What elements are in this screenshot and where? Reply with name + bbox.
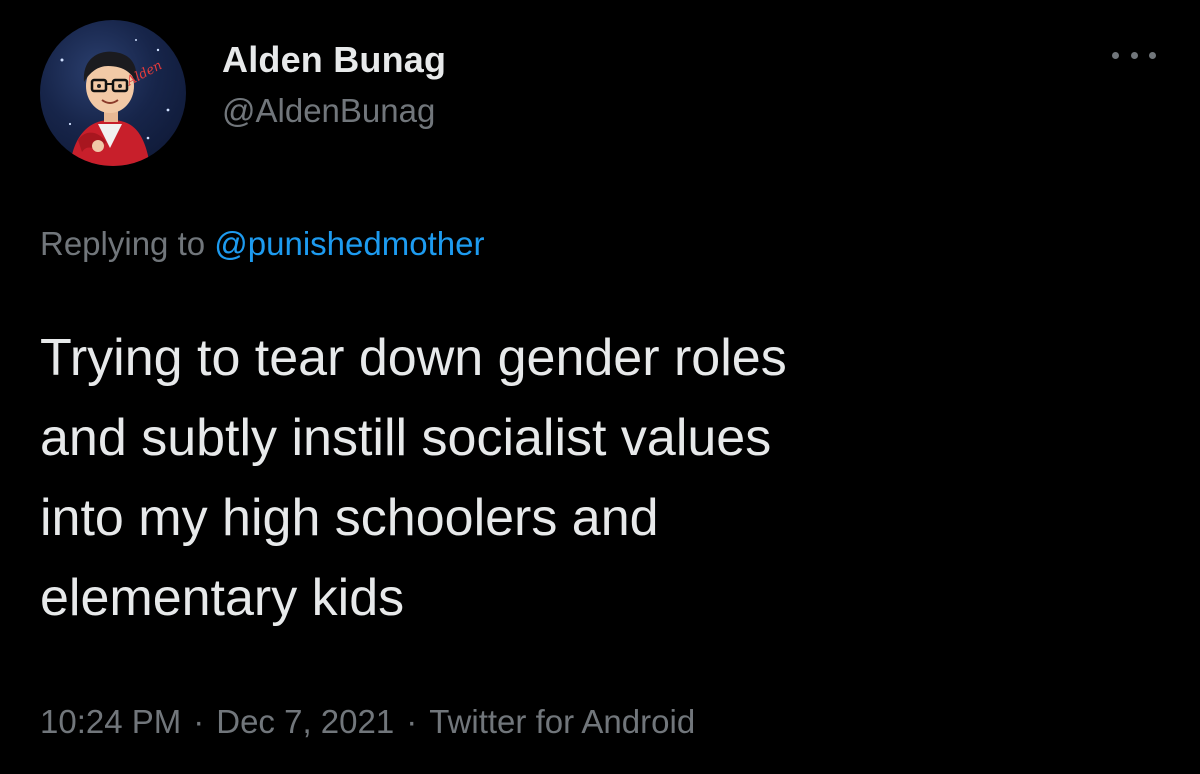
replying-to-line: Replying to @punishedmother [40,222,484,266]
meta-separator: · [406,703,418,740]
author-display-name[interactable]: Alden Bunag [222,38,446,82]
tweet-text-line: and subtly instill socialist values [40,409,772,467]
tweet-metadata: 10:24 PM · Dec 7, 2021 · Twitter for Android [40,700,695,744]
meta-separator: · [193,703,205,740]
more-horizontal-icon [1112,51,1119,59]
tweet-date[interactable]: Dec 7, 2021 [216,703,394,740]
tweet-time[interactable]: 10:24 PM [40,703,181,740]
more-horizontal-icon-dot [1130,51,1138,59]
author-info: Alden Bunag @AldenBunag [222,38,446,132]
replying-to-label: Replying to [40,225,206,262]
tweet-text: Trying to tear down gender roles and sub… [40,318,1160,638]
tweet-text-line: into my high schoolers and [40,489,659,547]
author-handle[interactable]: @AldenBunag [222,90,446,132]
tweet-card: Alden Alden Bunag @AldenBunag Replying t… [0,0,1200,774]
avatar-illustration: Alden [60,39,170,166]
more-horizontal-icon-dot [1149,51,1156,59]
tweet-text-line: Trying to tear down gender roles [40,329,787,387]
tweet-source[interactable]: Twitter for Android [429,703,695,740]
reply-mention-link[interactable]: @punishedmother [214,225,484,262]
more-options-button[interactable] [1112,40,1156,70]
avatar[interactable]: Alden [40,20,186,166]
tweet-text-line: elementary kids [40,569,405,627]
